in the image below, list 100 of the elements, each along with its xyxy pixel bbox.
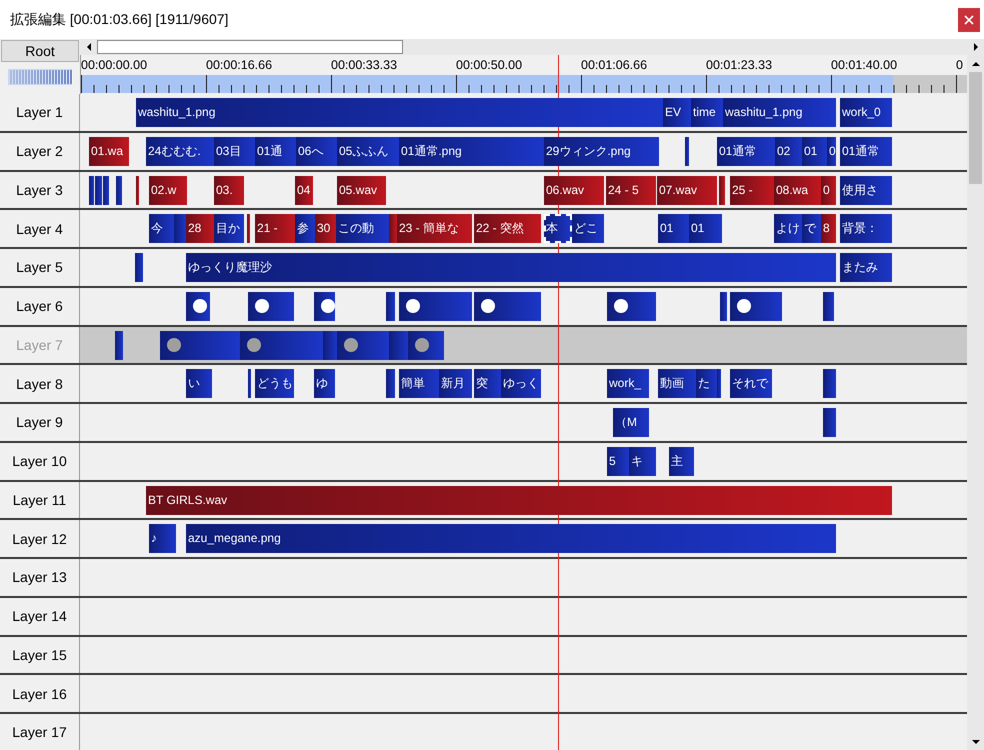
timeline-clip[interactable] [717, 369, 721, 398]
timeline-clip[interactable] [389, 214, 397, 244]
timeline-clip[interactable] [607, 292, 656, 321]
timeline-clip[interactable] [247, 214, 250, 244]
timeline-clip[interactable] [685, 136, 689, 166]
timeline-clip[interactable] [730, 292, 782, 321]
timeline-clip[interactable]: どうも [255, 369, 294, 398]
timeline-clip[interactable]: どこ [572, 214, 604, 244]
timeline-clip[interactable]: で [802, 214, 821, 244]
timeline-clip[interactable]: 背景： [840, 214, 892, 244]
timeline-clip[interactable]: 主 [669, 446, 694, 476]
timeline-clip[interactable]: 21 - [255, 214, 295, 244]
horizontal-scrollbar[interactable] [80, 39, 967, 55]
scrollbar-thumb[interactable] [97, 40, 403, 54]
timeline-clip[interactable]: 24むむむ. [146, 136, 214, 166]
timeline-clip[interactable]: 24 - 5 [606, 176, 656, 204]
timeline-clip[interactable]: BT GIRLS.wav [146, 486, 892, 514]
timeline-clip[interactable]: ♪ [149, 524, 176, 554]
timeline-clip[interactable]: 05.wav [337, 176, 386, 204]
timeline-clip[interactable]: 25 - [730, 176, 774, 204]
timeline-clip[interactable] [386, 292, 395, 321]
timeline-clip[interactable]: 0 [827, 136, 836, 166]
timeline-clip[interactable]: 02 [775, 136, 802, 166]
timeline-clip[interactable]: 28 [186, 214, 214, 244]
vertical-scrollbar[interactable] [967, 55, 984, 750]
root-button[interactable]: Root [1, 40, 79, 62]
timeline-clip[interactable] [135, 253, 143, 282]
timeline-clip[interactable]: azu_megane.png [186, 524, 836, 554]
timeline-clip[interactable]: 01通常.png [399, 136, 544, 166]
timeline-clip[interactable]: 22 - 突然 [474, 214, 541, 244]
timeline-clip[interactable]: 03. [214, 176, 244, 204]
timeline-clip[interactable]: （M [613, 408, 649, 437]
timeline-clip[interactable] [116, 176, 122, 204]
timeline-clip[interactable]: 07.wav [657, 176, 717, 204]
timeline-clip[interactable]: 01.wa [89, 136, 129, 166]
timeline-clip[interactable]: 簡単 [399, 369, 439, 398]
timeline-clip[interactable]: work_ [607, 369, 649, 398]
timeline-clip[interactable]: 05ふふん [337, 136, 399, 166]
timeline-clip[interactable]: 動画 [658, 369, 696, 398]
timeline-clip[interactable] [174, 214, 186, 244]
timeline-clip[interactable] [823, 408, 836, 437]
timeline-clip[interactable] [823, 292, 834, 321]
timeline-clip[interactable] [95, 176, 102, 204]
timeline-clip[interactable] [474, 292, 541, 321]
timeline-clip[interactable] [720, 292, 727, 321]
timeline-clip[interactable]: ゆ [314, 369, 335, 398]
timeline-clip[interactable]: 30 [315, 214, 336, 244]
timeline-clip[interactable] [103, 176, 109, 204]
timeline-clip[interactable]: い [186, 369, 212, 398]
timeline-clip[interactable]: 23 - 簡単な [397, 214, 472, 244]
timeline-clip[interactable]: ゆっくり魔理沙 [186, 253, 836, 282]
timeline-clip[interactable] [399, 292, 472, 321]
timeline-clip[interactable]: キ [629, 446, 656, 476]
timeline-clip[interactable]: よけ [774, 214, 802, 244]
timeline-clip[interactable]: time [691, 98, 723, 127]
timeline-clip[interactable]: 使用さ [840, 176, 892, 204]
timeline-clip[interactable]: 本 [544, 214, 572, 244]
timeline-clip[interactable] [314, 292, 335, 321]
timeline-clip[interactable] [186, 292, 210, 321]
scrollbar-thumb[interactable] [969, 72, 982, 184]
timeline-clip[interactable]: 8 [821, 214, 836, 244]
timeline-clip[interactable]: 参 [295, 214, 315, 244]
timeline-clip[interactable]: それで [730, 369, 772, 398]
timeline-clip[interactable]: work_0 [840, 98, 892, 127]
timeline-clip[interactable]: 29ウィンク.png [544, 136, 659, 166]
timeline-clip[interactable]: EV [663, 98, 691, 127]
timeline-clip[interactable]: 新月 [439, 369, 472, 398]
timeline-clip[interactable] [136, 176, 139, 204]
timeline-clip[interactable]: 5 [607, 446, 629, 476]
timeline-clip[interactable]: 06へ [296, 136, 337, 166]
timeline-clip[interactable]: 01 [802, 136, 827, 166]
timeline-clip[interactable]: 04 [295, 176, 313, 204]
zoom-level-icon[interactable] [8, 69, 72, 85]
timeline-clip[interactable]: またみ [840, 253, 892, 282]
timeline-clip[interactable] [386, 369, 395, 398]
timeline-clip[interactable] [823, 369, 836, 398]
timeline-clip[interactable]: 0 [821, 176, 836, 204]
timeline-clip[interactable] [248, 292, 294, 321]
timeline-clip[interactable]: 01通常 [840, 136, 892, 166]
ruler-scale-drawing[interactable] [81, 75, 967, 93]
timeline-clip[interactable] [719, 176, 725, 204]
timeline-clip[interactable] [248, 369, 251, 398]
timeline-clip[interactable]: washitu_1.png [723, 98, 836, 127]
timeline-clip[interactable]: 01通 [255, 136, 296, 166]
timeline-clip[interactable]: washitu_1.png [136, 98, 663, 127]
close-button[interactable] [958, 8, 980, 32]
timeline-clip[interactable]: 08.wa [774, 176, 821, 204]
timeline-clip[interactable]: 突 [474, 369, 501, 398]
timeline-clip[interactable]: 01通常 [717, 136, 775, 166]
timeline-clip[interactable]: 01 [658, 214, 689, 244]
timeline-clip[interactable] [89, 176, 94, 204]
timeline-clip[interactable]: 今 [149, 214, 174, 244]
timeline-clip[interactable]: た [696, 369, 717, 398]
timeline-clip[interactable]: この動 [336, 214, 389, 244]
timeline-clip[interactable]: ゆっく [501, 369, 541, 398]
timeline-clip[interactable]: 02.w [149, 176, 187, 204]
timeline-clip[interactable]: 01 [689, 214, 722, 244]
timeline-clip[interactable]: 03目 [214, 136, 255, 166]
timeline-clip[interactable]: 目か [214, 214, 244, 244]
timeline-clip[interactable]: 06.wav [544, 176, 604, 204]
